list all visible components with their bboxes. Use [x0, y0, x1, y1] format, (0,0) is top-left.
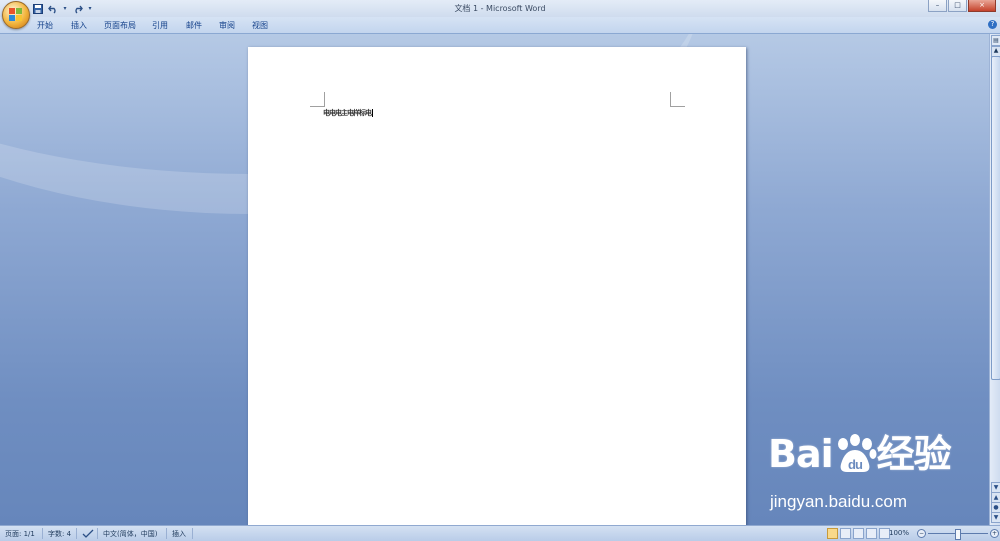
zoom-out-button[interactable]: −	[917, 529, 926, 538]
minimize-button[interactable]: –	[928, 0, 947, 12]
tab-references[interactable]: 引用	[152, 20, 168, 31]
tab-insert[interactable]: 插入	[71, 20, 87, 31]
text-caret	[372, 109, 373, 117]
status-divider	[42, 528, 43, 539]
language-indicator[interactable]: 中文(简体，中国)	[103, 529, 157, 539]
title-bar: ▾ ▾ 文档 1 - Microsoft Word – □ ×	[0, 0, 1000, 17]
document-text-line[interactable]: 电电电主电样标电	[323, 108, 373, 118]
watermark-brand-cn: 经验	[876, 432, 952, 476]
status-divider	[192, 528, 193, 539]
document-text: 电电电主电样标电	[323, 108, 372, 117]
spell-check-icon	[82, 529, 94, 538]
ruler-toggle-icon[interactable]: ▤	[991, 35, 1000, 46]
outline-view-button[interactable]	[866, 528, 877, 539]
print-layout-view-button[interactable]	[827, 528, 838, 539]
zoom-in-button[interactable]: +	[990, 529, 999, 538]
next-page-button[interactable]: ▼	[991, 512, 1000, 523]
close-button[interactable]: ×	[968, 0, 996, 12]
zoom-slider-thumb[interactable]	[955, 529, 961, 540]
watermark-brand-latin: Bai	[768, 432, 834, 476]
watermark-url: jingyan.baidu.com	[770, 492, 908, 511]
status-divider	[166, 528, 167, 539]
full-screen-reading-view-button[interactable]	[840, 528, 851, 539]
window-controls: – □ ×	[928, 0, 996, 12]
document-page[interactable]: 电电电主电样标电	[248, 47, 746, 525]
ribbon-tabs: 开始 插入 页面布局 引用 邮件 审阅 视图 ?	[0, 17, 1000, 34]
window-title: 文档 1 - Microsoft Word	[454, 4, 546, 13]
status-bar: 页面: 1/1 字数: 4 中文(简体，中国) 插入 100% − +	[0, 525, 1000, 541]
paw-icon: du	[837, 434, 877, 472]
tab-review[interactable]: 审阅	[219, 20, 235, 31]
scroll-thumb[interactable]	[991, 56, 1000, 380]
tab-home[interactable]: 开始	[37, 20, 53, 31]
tab-mailings[interactable]: 邮件	[186, 20, 202, 31]
baidu-jingyan-watermark: Bai du 经验 jingyan.baidu.com	[768, 434, 958, 520]
vertical-scrollbar[interactable]: ▤ ▲ ▼ ▲ ● ▼	[989, 34, 1000, 525]
status-divider	[97, 528, 98, 539]
view-buttons	[827, 528, 890, 539]
proofing-icon[interactable]	[82, 529, 94, 540]
tab-view[interactable]: 视图	[252, 20, 268, 31]
status-divider	[76, 528, 77, 539]
page-count[interactable]: 页面: 1/1	[5, 529, 35, 539]
svg-text:du: du	[848, 457, 863, 472]
office-logo-icon	[9, 8, 23, 22]
zoom-level[interactable]: 100%	[889, 529, 909, 537]
word-count[interactable]: 字数: 4	[48, 529, 71, 539]
tab-page-layout[interactable]: 页面布局	[104, 20, 136, 31]
web-layout-view-button[interactable]	[853, 528, 864, 539]
margin-corner-top-left	[310, 92, 325, 107]
maximize-button[interactable]: □	[948, 0, 967, 12]
help-icon[interactable]: ?	[988, 20, 997, 29]
insert-mode[interactable]: 插入	[172, 529, 186, 539]
margin-corner-top-right	[670, 92, 685, 107]
watermark-brand: Bai du 经验	[768, 432, 952, 476]
office-button[interactable]	[2, 1, 30, 29]
